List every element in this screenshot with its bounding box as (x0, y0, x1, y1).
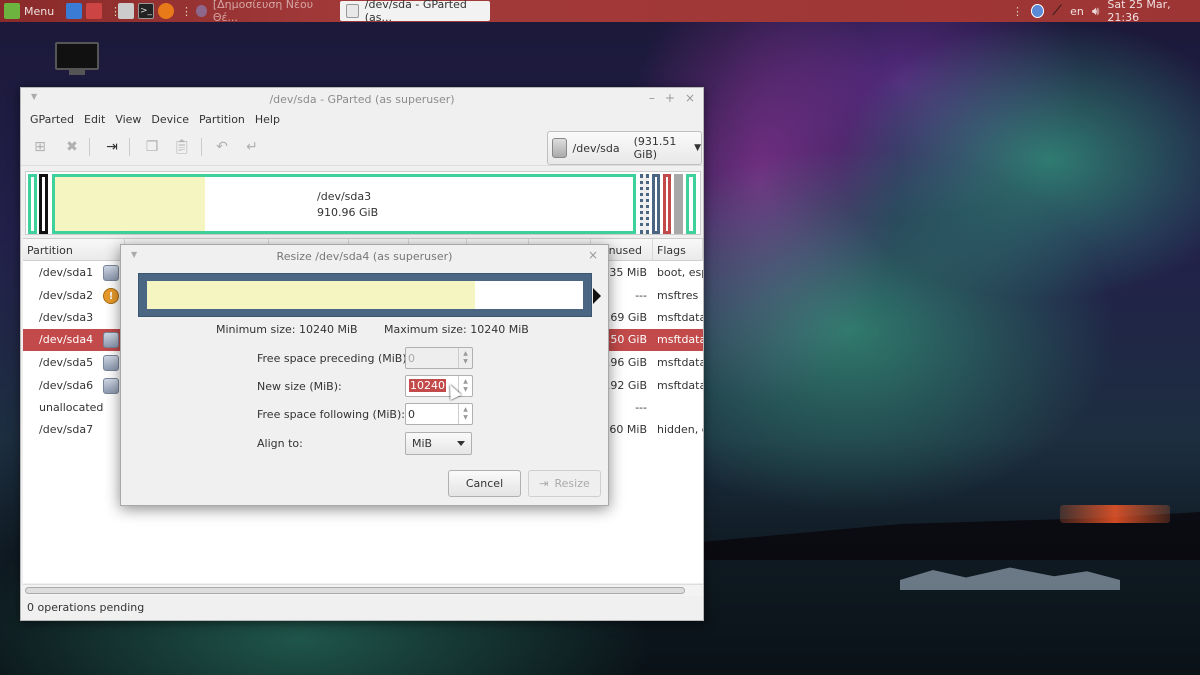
menu-gparted[interactable]: GParted (25, 113, 79, 126)
menu-partition[interactable]: Partition (194, 113, 250, 126)
spin-arrows-icon[interactable]: ▲ ▼ (458, 348, 472, 368)
align-label: Align to: (257, 437, 303, 450)
wallpaper-ice (900, 567, 1120, 590)
menu-button[interactable]: Menu (4, 0, 54, 22)
dialog-title: Resize /dev/sda4 (as superuser) (276, 249, 453, 263)
menu-device[interactable]: Device (146, 113, 194, 126)
resize-handle-arrow-icon[interactable] (593, 288, 601, 304)
top-panel: Menu ⋮ >_ ⋮ [Δημοσίευση Νέου Θέ... /dev/… (0, 0, 1200, 24)
maximize-icon[interactable]: + (665, 91, 675, 105)
min-size-label: Minimum size: 10240 MiB (216, 323, 358, 336)
used-space (147, 281, 475, 309)
map-unallocated[interactable] (674, 174, 683, 234)
resize-dialog: ▼ Resize /dev/sda4 (as superuser) × Mini… (120, 244, 609, 506)
col-partition[interactable]: Partition (23, 239, 125, 261)
menu-help[interactable]: Help (250, 113, 285, 126)
computer-desktop-icon[interactable] (55, 42, 99, 78)
max-size-label: Maximum size: 10240 MiB (384, 323, 529, 336)
free-following-spin[interactable]: ▲▼ (405, 403, 473, 425)
disk-map: /dev/sda3 910.96 GiB (25, 171, 701, 235)
cancel-button[interactable]: Cancel (448, 470, 521, 497)
col-flags[interactable]: Flags (653, 239, 703, 261)
map-partition-sda5[interactable] (652, 174, 660, 234)
chevron-down-icon (457, 441, 465, 446)
scrollbar-thumb[interactable] (25, 587, 685, 594)
undo-icon[interactable]: ↶ (211, 136, 233, 158)
chevron-down-icon: ▼ (694, 143, 701, 153)
lock-icon (103, 378, 119, 394)
new-size-label: New size (MiB): (257, 380, 342, 393)
horizontal-scrollbar[interactable] (23, 584, 703, 596)
file-manager-launcher-icon[interactable] (118, 3, 134, 19)
delete-icon[interactable]: ✖ (61, 136, 83, 158)
terminal-launcher-icon[interactable]: >_ (138, 3, 154, 19)
app-launcher-icon[interactable] (86, 3, 102, 19)
apply-icon[interactable]: ↵ (241, 136, 263, 158)
resize-move-icon: ⇥ (539, 477, 549, 490)
lock-icon (103, 265, 119, 281)
align-select[interactable]: MiB (405, 432, 472, 455)
browser-task-icon (196, 5, 207, 17)
window-title: /dev/sda - GParted (as superuser) (269, 92, 455, 106)
free-preceding-label: Free space preceding (MiB): (257, 352, 411, 365)
copy-icon[interactable]: ❐ (141, 136, 163, 158)
new-size-input[interactable]: 10240 (409, 379, 446, 392)
update-shield-icon[interactable] (1031, 4, 1045, 18)
map-partition-sda4[interactable] (640, 174, 649, 234)
free-following-input[interactable] (408, 406, 456, 422)
dialog-titlebar[interactable]: ▼ Resize /dev/sda4 (as superuser) × (121, 245, 608, 267)
menubar: GParted Edit View Device Partition Help (21, 110, 703, 128)
free-preceding-input[interactable] (408, 350, 456, 366)
free-following-label: Free space following (MiB): (257, 408, 405, 421)
toolbar-separator (89, 138, 90, 156)
map-partition-sda7[interactable] (686, 174, 696, 234)
toolbar-separator (129, 138, 130, 156)
wallpaper-lights (1060, 505, 1170, 523)
mint-logo-icon (4, 3, 20, 19)
new-size-spin[interactable]: 10240 ▲ ▼ (405, 375, 473, 397)
map-label-size: 910.96 GiB (317, 206, 379, 219)
gparted-task-icon (346, 4, 359, 18)
firefox-launcher-icon[interactable] (158, 3, 174, 19)
map-label-name: /dev/sda3 (317, 190, 372, 203)
map-partition-sda1[interactable] (28, 174, 37, 234)
menu-label: Menu (24, 4, 55, 18)
keyboard-layout[interactable]: en (1070, 5, 1084, 18)
task-gparted[interactable]: /dev/sda - GParted (as... (340, 0, 490, 24)
close-icon[interactable]: × (685, 91, 695, 105)
paste-icon[interactable]: 📋︎ (171, 136, 193, 158)
map-partition-sda2[interactable] (39, 174, 48, 234)
minimize-icon[interactable]: – (649, 91, 655, 105)
chrome-launcher-icon[interactable] (66, 3, 82, 19)
device-selector[interactable]: /dev/sda (931.51 GiB) ▼ (547, 131, 702, 165)
task-forum-post[interactable]: [Δημοσίευση Νέου Θέ... (190, 0, 335, 24)
network-disconnected-icon[interactable]: ⟋ (1052, 3, 1062, 19)
map-partition-sda3[interactable]: /dev/sda3 910.96 GiB (52, 174, 636, 234)
window-titlebar[interactable]: ▼ /dev/sda - GParted (as superuser) – + … (21, 88, 703, 110)
new-partition-icon[interactable]: ⊞ (29, 136, 51, 158)
map-partition-sda6[interactable] (663, 174, 671, 234)
lock-icon (103, 332, 119, 348)
resize-partition-map[interactable] (138, 273, 592, 317)
spin-arrows-icon[interactable]: ▲ ▼ (458, 404, 472, 424)
volume-icon[interactable]: 🔊︎ (1092, 4, 1100, 19)
free-preceding-spin[interactable]: ▲▼ (405, 347, 473, 369)
warning-icon: ! (103, 288, 119, 304)
close-icon[interactable]: × (588, 248, 598, 262)
status-bar: 0 operations pending (27, 601, 145, 614)
resize-button[interactable]: ⇥ Resize (528, 470, 601, 497)
menu-view[interactable]: View (110, 113, 146, 126)
dialog-menu-icon[interactable]: ▼ (131, 250, 137, 259)
menu-edit[interactable]: Edit (79, 113, 110, 126)
clock[interactable]: Sat 25 Mar, 21:36 (1107, 0, 1200, 24)
harddisk-icon (552, 138, 567, 158)
resize-move-icon[interactable]: ⇥ (101, 136, 123, 158)
toolbar-separator (201, 138, 202, 156)
window-menu-icon[interactable]: ▼ (31, 92, 37, 101)
used-space (55, 177, 205, 231)
panel-separator: ⋮ (1012, 4, 1023, 18)
lock-icon (103, 355, 119, 371)
